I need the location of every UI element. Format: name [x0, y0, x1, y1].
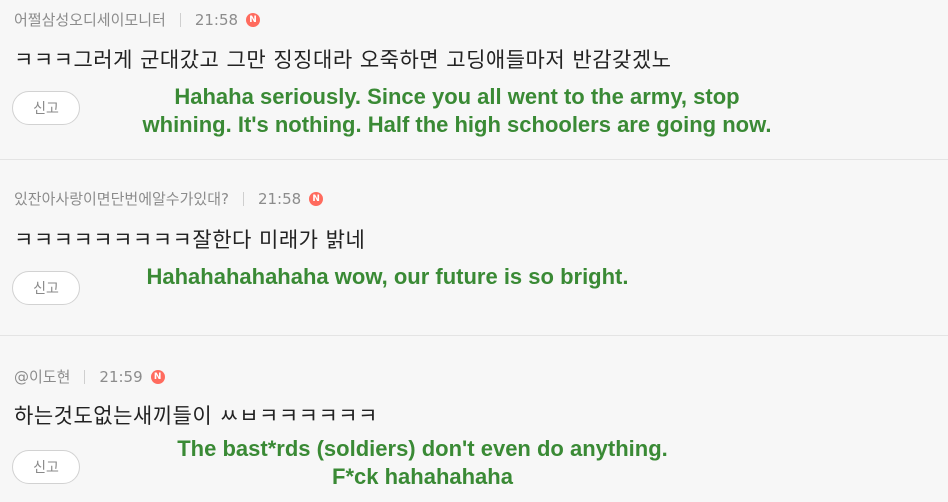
comment-time: 21:58	[257, 189, 302, 208]
translation-overlay: The bast*rds (soldiers) don't even do an…	[120, 435, 725, 491]
comment-text: 하는것도없는새끼들이 ㅆㅂㅋㅋㅋㅋㅋㅋ	[14, 404, 378, 428]
translation-overlay: Hahahahahahaha wow, our future is so bri…	[100, 263, 675, 291]
comment-item: 어쩔삼성오디세이모니터 21:58 N ㅋㅋㅋ그러게 군대갔고 그만 징징대라 …	[0, 0, 948, 160]
meta-divider	[242, 191, 244, 206]
translation-overlay: Hahaha seriously. Since you all went to …	[92, 83, 822, 139]
comment-time: 21:58	[194, 10, 239, 29]
comment-author[interactable]: @이도현	[14, 366, 70, 387]
translation-line: The bast*rds (soldiers) don't even do an…	[177, 436, 668, 461]
translation-line: whining. It's nothing. Half the high sch…	[142, 112, 772, 137]
translation-line: Hahahahahahaha wow, our future is so bri…	[146, 264, 629, 289]
report-button[interactable]: 신고	[12, 450, 80, 484]
comment-meta: 있잔아사랑이면단번에알수가있대? 21:58 N	[14, 188, 324, 209]
new-badge-icon: N	[150, 369, 165, 384]
new-badge-icon: N	[309, 191, 324, 206]
comment-text: ㅋㅋㅋㅋㅋㅋㅋㅋㅋ잘한다 미래가 밝네	[14, 228, 366, 252]
report-button[interactable]: 신고	[12, 271, 80, 305]
comment-author[interactable]: 어쩔삼성오디세이모니터	[14, 9, 166, 30]
report-button[interactable]: 신고	[12, 91, 80, 125]
comment-item: @이도현 21:59 N 하는것도없는새끼들이 ㅆㅂㅋㅋㅋㅋㅋㅋ 신고 The …	[0, 336, 948, 502]
comment-text: ㅋㅋㅋ그러게 군대갔고 그만 징징대라 오죽하면 고딩애들마저 반감갖겠노	[14, 48, 672, 72]
comment-author[interactable]: 있잔아사랑이면단번에알수가있대?	[14, 188, 229, 209]
meta-divider	[84, 369, 86, 384]
translation-line: F*ck hahahahaha	[332, 464, 513, 489]
comment-meta: @이도현 21:59 N	[14, 366, 165, 387]
comment-meta: 어쩔삼성오디세이모니터 21:58 N	[14, 9, 261, 30]
new-badge-icon: N	[246, 12, 261, 27]
comment-time: 21:59	[99, 367, 143, 386]
comment-item: 있잔아사랑이면단번에알수가있대? 21:58 N ㅋㅋㅋㅋㅋㅋㅋㅋㅋ잘한다 미래…	[0, 160, 948, 336]
meta-divider	[179, 12, 181, 27]
translation-line: Hahaha seriously. Since you all went to …	[174, 84, 740, 109]
